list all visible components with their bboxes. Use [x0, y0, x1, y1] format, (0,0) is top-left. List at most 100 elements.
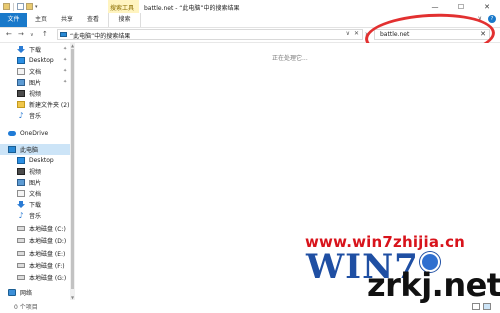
nav-item-label: 此电脑 [20, 147, 39, 154]
nav-item-label: Desktop [29, 57, 54, 64]
tab-share[interactable]: 共享 [55, 13, 79, 27]
close-button[interactable]: ✕ [474, 0, 500, 13]
navigation-pane: 下载 ✦ Desktop ✦ 文档 ✦ 图片 ✦ 视频 新建文件夹 (2) ♪ … [0, 43, 74, 300]
onedrive-icon [8, 131, 16, 136]
properties-icon[interactable] [17, 3, 24, 10]
nav-item-label: Desktop [29, 157, 54, 164]
back-arrow-icon[interactable]: ← [6, 30, 12, 38]
pictures-icon [17, 79, 25, 86]
watermark-site: zrkj.net [367, 266, 500, 304]
drive-icon [17, 263, 25, 268]
nav-item-downloads[interactable]: 下载 ✦ [0, 44, 70, 55]
nav-item-drive-e[interactable]: 本地磁盘 (E:) [0, 248, 70, 259]
nav-item-label: 本地磁盘 (C:) [29, 226, 66, 233]
nav-item-pictures[interactable]: 图片 ✦ [0, 77, 70, 88]
tab-home[interactable]: 主页 [30, 13, 52, 27]
address-path: “此电脑”中的搜索结果 [70, 33, 131, 40]
nav-item-drive-g[interactable]: 本地磁盘 (G:) [0, 272, 70, 283]
pin-icon: ✦ [63, 57, 68, 63]
nav-item-documents[interactable]: 文档 ✦ [0, 66, 70, 77]
nav-item-label: 本地磁盘 (G:) [29, 275, 67, 282]
large-icons-view-icon[interactable] [483, 303, 491, 310]
tab-search[interactable]: 搜索 [108, 13, 141, 27]
address-field[interactable]: “此电脑”中的搜索结果 ∨ ✕ [57, 29, 363, 40]
new-folder-icon[interactable] [26, 3, 33, 10]
qat-customize-icon[interactable]: ▾ [35, 4, 38, 10]
nav-item-label: OneDrive [20, 130, 49, 137]
music-icon: ♪ [18, 211, 24, 220]
nav-item-label: 下载 [29, 47, 42, 54]
window-title: battle.net - “此电脑”中的搜索结果 [144, 5, 240, 12]
nav-item-label: 新建文件夹 (2) [29, 102, 70, 109]
scroll-up-icon[interactable]: ▲ [70, 43, 75, 48]
minimize-button[interactable]: — [422, 0, 448, 13]
tab-view[interactable]: 查看 [81, 13, 105, 27]
nav-item-videos[interactable]: 视频 [0, 88, 70, 99]
recent-locations-icon[interactable]: ∨ [30, 32, 34, 38]
nav-item-label: 图片 [29, 80, 42, 87]
nav-item-pc-desktop[interactable]: Desktop [0, 155, 70, 166]
nav-item-pc-videos[interactable]: 视频 [0, 166, 70, 177]
download-icon [17, 201, 25, 208]
minimize-icon: — [431, 2, 439, 11]
nav-item-label: 本地磁盘 (D:) [29, 238, 67, 245]
nav-item-music[interactable]: ♪ 音乐 [0, 110, 70, 121]
forward-arrow-icon[interactable]: → [18, 30, 24, 38]
nav-item-pc-downloads[interactable]: 下载 [0, 199, 70, 210]
nav-item-label: 本地磁盘 (F:) [29, 263, 65, 270]
nav-item-label: 网络 [20, 290, 33, 297]
nav-item-pc-pictures[interactable]: 图片 [0, 177, 70, 188]
videos-icon [17, 90, 25, 97]
this-pc-icon [60, 32, 67, 37]
nav-item-this-pc[interactable]: 此电脑 [0, 144, 70, 155]
nav-item-label: 下载 [29, 202, 42, 209]
nav-item-pc-documents[interactable]: 文档 [0, 188, 70, 199]
drive-icon [17, 238, 25, 243]
desktop-icon [17, 57, 25, 64]
help-icon[interactable]: ? [488, 15, 496, 23]
nav-item-label: 音乐 [29, 113, 42, 120]
pin-icon: ✦ [63, 46, 68, 52]
quick-access-toolbar: ▾ [3, 2, 38, 11]
maximize-button[interactable]: ☐ [448, 0, 474, 13]
nav-item-label: 文档 [29, 69, 42, 76]
nav-item-drive-d[interactable]: 本地磁盘 (D:) [0, 235, 70, 246]
tab-file[interactable]: 文件 [0, 13, 27, 27]
title-bar: ▾ 搜索工具 battle.net - “此电脑”中的搜索结果 — ☐ ✕ [0, 0, 500, 13]
address-clear-icon[interactable]: ✕ [354, 30, 359, 37]
contextual-group-title: 搜索工具 [110, 5, 135, 12]
nav-item-label: 文档 [29, 191, 42, 198]
folder-icon [17, 101, 25, 108]
qat-separator [13, 2, 14, 11]
nav-item-label: 图片 [29, 180, 42, 187]
pin-icon: ✦ [63, 79, 68, 85]
nav-item-pc-music[interactable]: ♪ 音乐 [0, 210, 70, 221]
folder-icon[interactable] [3, 3, 10, 10]
nav-item-drive-c[interactable]: 本地磁盘 (C:) [0, 223, 70, 234]
nav-item-network[interactable]: 网络 [0, 287, 70, 298]
pictures-icon [17, 179, 25, 186]
nav-item-label: 音乐 [29, 213, 42, 220]
documents-icon [17, 68, 25, 75]
up-arrow-icon[interactable]: ↑ [42, 30, 48, 38]
item-count: 0 个项目 [14, 304, 38, 311]
this-pc-icon [8, 146, 16, 153]
music-icon: ♪ [18, 111, 24, 120]
nav-item-onedrive[interactable]: OneDrive [0, 128, 70, 139]
download-icon [17, 46, 25, 53]
maximize-icon: ☐ [457, 2, 465, 11]
details-view-icon[interactable] [472, 303, 480, 310]
scrollbar-thumb[interactable] [71, 49, 74, 289]
drive-icon [17, 275, 25, 280]
videos-icon [17, 168, 25, 175]
network-icon [8, 289, 16, 296]
nav-item-desktop[interactable]: Desktop ✦ [0, 55, 70, 66]
address-dropdown-icon[interactable]: ∨ [346, 30, 350, 37]
nav-item-new-folder-2[interactable]: 新建文件夹 (2) [0, 99, 70, 110]
drive-icon [17, 226, 25, 231]
nav-item-label: 本地磁盘 (E:) [29, 251, 66, 258]
drive-icon [17, 251, 25, 256]
close-icon: ✕ [484, 2, 490, 11]
navigation-scrollbar[interactable]: ▲ ▼ [70, 43, 75, 300]
nav-item-drive-f[interactable]: 本地磁盘 (F:) [0, 260, 70, 271]
